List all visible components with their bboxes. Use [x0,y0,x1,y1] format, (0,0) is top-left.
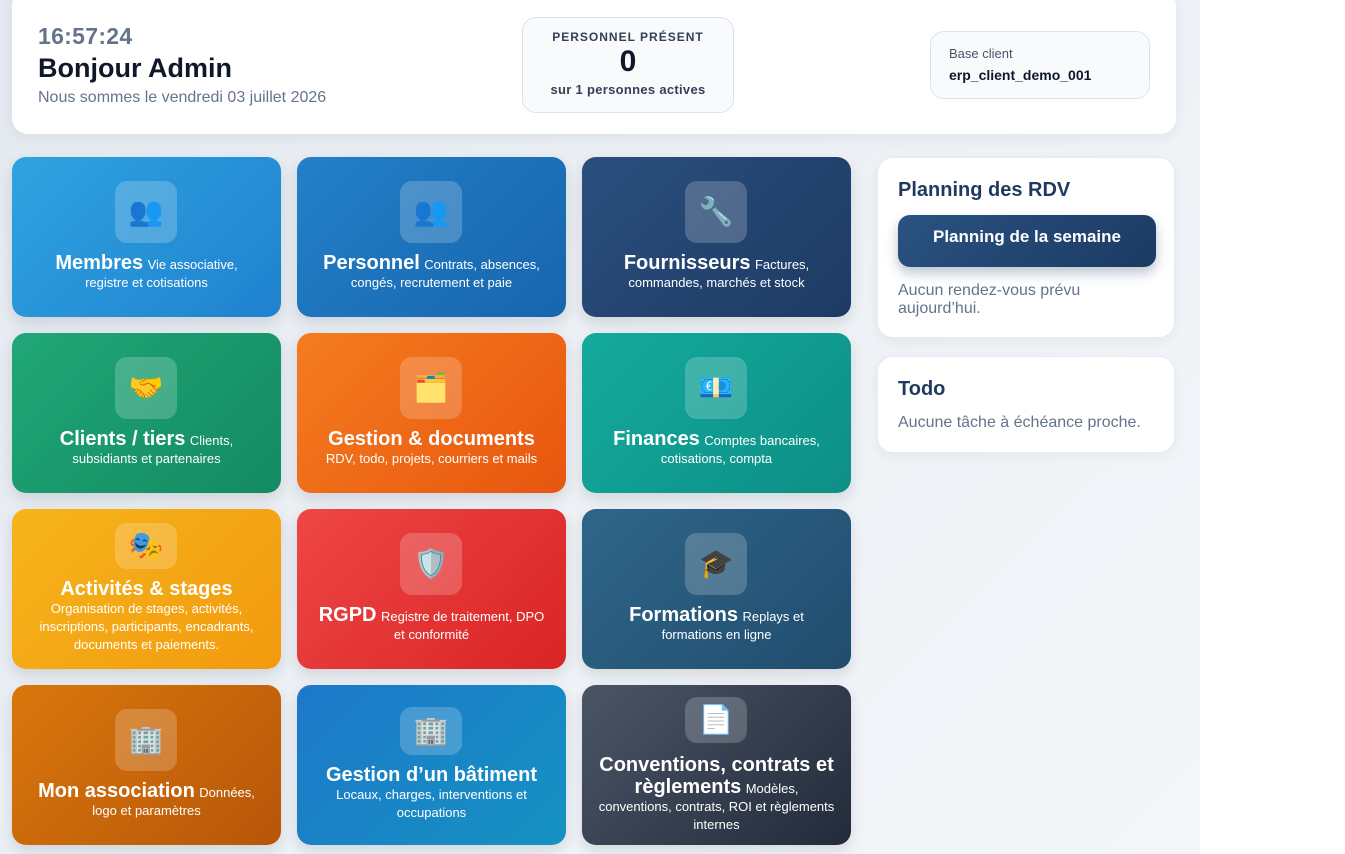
tile-title: Conventions, contrats et règlements [599,754,834,798]
tile-membres[interactable]: 👥 Membres Vie associative, registre et c… [12,157,281,317]
tile-title: Mon association [38,780,195,802]
right-background [1200,0,1345,854]
tile-description: et conformité [393,627,470,642]
tile-formations[interactable]: 🎓 Formations Replays et formations en li… [582,509,851,669]
planning-week-button[interactable]: Planning de la semaine [898,215,1156,267]
tile-description: commandes, marchés et stock [628,275,805,290]
tile-description: cotisations, compta [660,451,773,466]
tile-description: RDV, todo, projets, courriers et mails [325,451,538,466]
tile-description: conventions, contrats, ROI et règlements… [598,799,835,832]
tile-title: Activités & stages [60,578,233,600]
tile-description-inline: Clients, [189,433,234,448]
wrench-icon: 🔧 [685,181,747,243]
tile-personnel[interactable]: 👥 Personnel Contrats, absences, congés, … [297,157,566,317]
office-building-icon: 🏢 [115,709,177,771]
tile-title: RGPD [318,604,377,626]
tile-description: formations en ligne [661,627,772,642]
tile-text: Gestion d’un bâtiment Locaux, charges, i… [311,764,552,822]
staff-present-title: PERSONNEL PRÉSENT [552,30,704,44]
tile-description: Locaux, charges, interventions et occupa… [336,787,527,820]
tile-title: Personnel [323,252,420,274]
tile-title: Gestion d’un bâtiment [325,764,538,786]
tile-title: Finances [613,428,700,450]
tile-text: Formations Replays et formations en lign… [596,604,837,644]
tile-title: Membres [55,252,144,274]
tile-text: RGPD Registre de traitement, DPO et conf… [311,604,552,644]
planning-title: Planning des RDV [898,179,1071,201]
staff-present-box: PERSONNEL PRÉSENT 0 sur 1 personnes acti… [522,17,734,113]
tile-rgpd[interactable]: 🛡️ RGPD Registre de traitement, DPO et c… [297,509,566,669]
people-icon: 👥 [115,181,177,243]
tile-title: Clients / tiers [59,428,186,450]
tile-text: Conventions, contrats et règlements Modè… [596,754,837,834]
tile-text: Mon association Données, logo et paramèt… [26,780,267,820]
tile-clients-tiers[interactable]: 🤝 Clients / tiers Clients, subsidiants e… [12,333,281,493]
tile-title: Fournisseurs [623,252,751,274]
client-base-label: Base client [949,46,1013,61]
tile-description: subsidiants et partenaires [72,451,221,466]
tile-description: Organisation de stages, activités, inscr… [39,601,254,652]
tile-title: Gestion & documents [328,428,535,450]
tile-description-inline: Replays et [742,609,804,624]
client-base-value: erp_client_demo_001 [949,67,1092,83]
tile-description-inline: Vie associative, [147,257,238,272]
tile-description-inline: Factures, [754,257,810,272]
tile-description-inline: Contrats, absences, [424,257,540,272]
tile-description: logo et paramètres [92,803,201,818]
document-icon: 📄 [685,697,747,743]
tile-description: registre et cotisations [85,275,208,290]
todo-title: Todo [898,378,946,400]
tile-text: Clients / tiers Clients, subsidiants et … [26,428,267,468]
tile-gestion-documents[interactable]: 🗂️ Gestion & documents RDV, todo, projet… [297,333,566,493]
tile-activites-stages[interactable]: 🎭 Activités & stages Organisation de sta… [12,509,281,669]
office-building-icon: 🏢 [400,707,462,755]
theater-masks-icon: 🎭 [115,523,177,569]
planning-empty-text: Aucun rendez-vous prévu aujourd’hui. [898,282,1081,317]
tile-title: Formations [629,604,739,626]
tile-description-inline: Comptes bancaires, [704,433,820,448]
tile-conventions-contrats[interactable]: 📄 Conventions, contrats et règlements Mo… [582,685,851,845]
client-base-box: Base client erp_client_demo_001 [930,31,1150,99]
greeting: Bonjour Admin [38,53,232,83]
tile-description: congés, recrutement et paie [350,275,513,290]
date-line: Nous sommes le vendredi 03 juillet 2026 [38,89,327,106]
tile-fournisseurs[interactable]: 🔧 Fournisseurs Factures, commandes, marc… [582,157,851,317]
header-card: 16:57:24 Bonjour Admin Nous sommes le ve… [12,0,1176,134]
staff-present-subtitle: sur 1 personnes actives [550,82,706,97]
planning-card: Planning des RDV Planning de la semaine … [877,157,1175,338]
tile-text: Fournisseurs Factures, commandes, marché… [596,252,837,292]
tile-mon-association[interactable]: 🏢 Mon association Données, logo et param… [12,685,281,845]
handshake-icon: 🤝 [115,357,177,419]
tile-description-inline: Registre de traitement, DPO [380,609,545,624]
shield-icon: 🛡️ [400,533,462,595]
dashboard: 16:57:24 Bonjour Admin Nous sommes le ve… [0,0,1345,854]
graduation-cap-icon: 🎓 [685,533,747,595]
people-icon: 👥 [400,181,462,243]
todo-card: Todo Aucune tâche à échéance proche. [877,356,1175,453]
tile-description-inline: Modèles, [745,781,799,796]
clock: 16:57:24 [38,23,133,49]
tile-text: Membres Vie associative, registre et cot… [26,252,267,292]
tile-description-inline: Données, [199,785,255,800]
folder-icon: 🗂️ [400,357,462,419]
banknote-icon: 💶 [685,357,747,419]
tile-gestion-batiment[interactable]: 🏢 Gestion d’un bâtiment Locaux, charges,… [297,685,566,845]
todo-empty-text: Aucune tâche à échéance proche. [898,414,1141,431]
tile-finances[interactable]: 💶 Finances Comptes bancaires, cotisation… [582,333,851,493]
tile-text: Gestion & documents RDV, todo, projets, … [311,428,552,468]
tile-text: Personnel Contrats, absences, congés, re… [311,252,552,292]
staff-present-count: 0 [619,45,637,78]
tile-text: Finances Comptes bancaires, cotisations,… [596,428,837,468]
tile-text: Activités & stages Organisation de stage… [26,578,267,654]
